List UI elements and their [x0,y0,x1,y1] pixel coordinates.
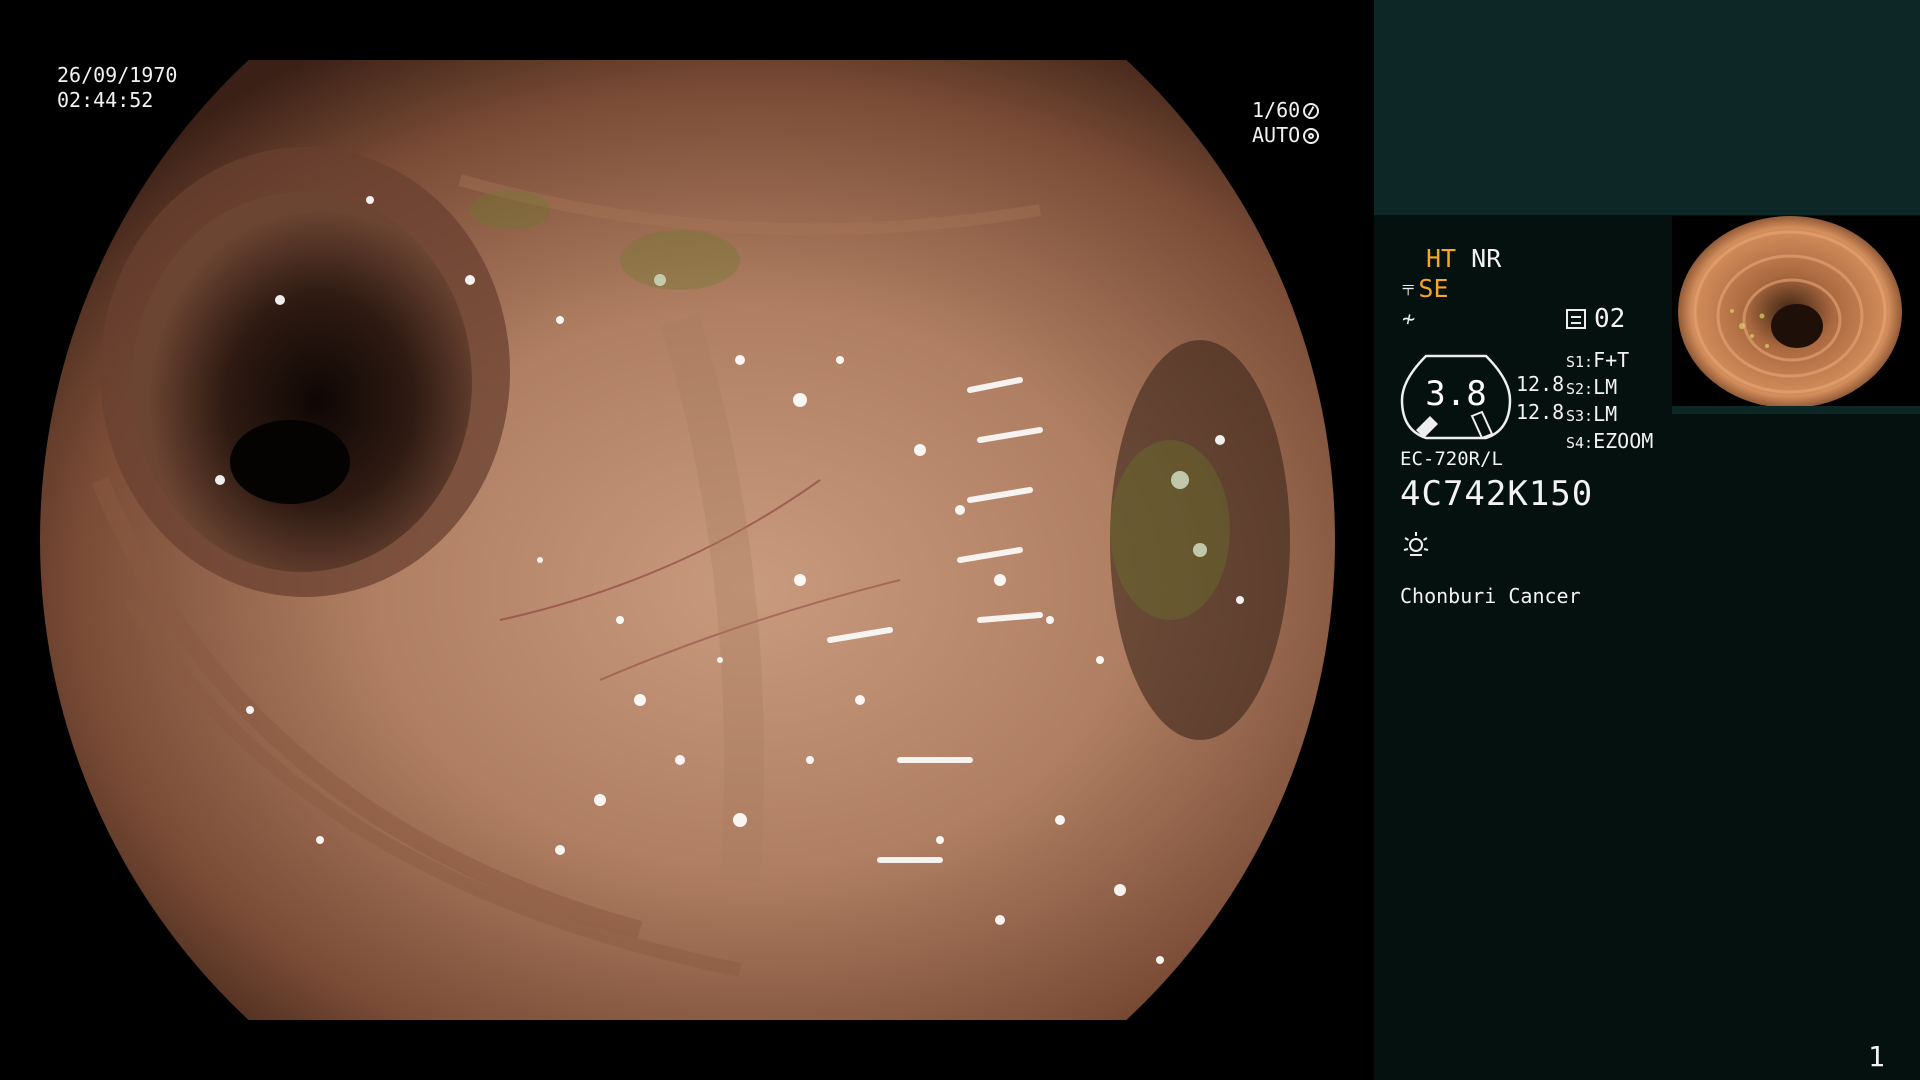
thumbnail-preview [1672,216,1920,414]
light-icon [1403,532,1429,556]
memory-number: 02 [1594,304,1626,334]
thumbnail-image [1672,216,1920,414]
panel-header-area [1374,0,1920,215]
info-panel: HT NR ⫧ SE ≁ 02 3.8 12.8 12.8 S1:F+T S2:… [1374,0,1920,1080]
shutter-speed-text: 1/60 [1252,98,1301,122]
gauge-value: 3.8 [1425,374,1487,414]
se-indicator: SE [1418,274,1449,303]
date-text: 26/09/1970 [57,63,178,87]
shutter-icon [1303,102,1320,119]
se-row: ⫧ SE [1402,274,1449,303]
thickness-values: 12.8 12.8 [1516,370,1564,426]
serial-number-text: 4C742K150 [1400,474,1594,514]
endoscope-video-area: 26/09/1970 02:44:52 1/60 AUTO [0,0,1374,1080]
setting-row-s4: S4:EZOOM [1566,429,1654,453]
flag-icon: ≁ [1402,307,1416,332]
setting-row-s1: S1:F+T [1566,348,1630,372]
time-text: 02:44:52 [57,88,154,112]
endoscopic-image [40,60,1335,1020]
ht-indicator: HT [1426,244,1457,273]
thickness-value-1: 12.8 [1516,372,1565,396]
setting-row-s2: S2:LM [1566,375,1618,399]
exposure-display: 1/60 AUTO [1252,98,1320,148]
hospital-name: Chonburi Cancer [1400,584,1581,608]
image-mode-row: HT NR [1426,244,1501,273]
switch-settings: S1:F+T S2:LM S3:LM S4:EZOOM [1566,348,1653,456]
page-number: 1 [1868,1040,1885,1073]
setting-row-s3: S3:LM [1566,402,1618,426]
scope-model-text: EC-720R/L [1400,448,1503,470]
flag-row: ≁ [1402,304,1415,332]
gauge-display: 3.8 [1400,350,1512,442]
scope-icon: ⫧ [1402,276,1415,301]
thickness-value-2: 12.8 [1516,400,1565,424]
colon-lumen-image [40,60,1335,1020]
iris-mode-text: AUTO [1252,123,1301,147]
iris-icon [1303,127,1320,144]
nr-indicator: NR [1471,244,1502,273]
menu-icon [1566,309,1586,329]
date-time-display: 26/09/1970 02:44:52 [57,63,177,113]
memory-row: 02 [1566,304,1625,334]
